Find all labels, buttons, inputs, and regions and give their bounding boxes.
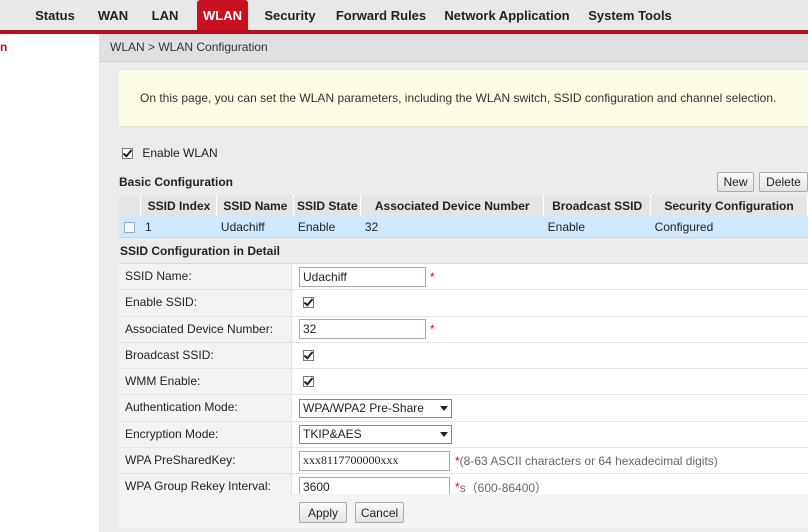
wmm-enable-row: WMM Enable: [119, 369, 808, 396]
row-select-cell [119, 216, 141, 238]
cell-ssid-index: 1 [140, 216, 217, 238]
nav-tab-lan[interactable]: LAN [142, 0, 188, 30]
wpa-presharedkey-label: WPA PreSharedKey: [119, 448, 292, 474]
column-header-broadcast-ssid: Broadcast SSID [543, 195, 652, 216]
nav-tab-status[interactable]: Status [25, 0, 85, 30]
broadcast-ssid-row: Broadcast SSID: [119, 342, 808, 370]
delete-button[interactable]: Delete [759, 172, 808, 192]
column-header-ssid-name: SSID Name [216, 195, 295, 216]
column-header-ssid-state: SSID State [293, 195, 362, 216]
associated-device-number-row: Associated Device Number: * [119, 316, 808, 343]
column-header-associated-device-number: Associated Device Number [360, 195, 545, 216]
top-navigation: Status WAN LAN WLAN Security Forward Rul… [0, 0, 808, 34]
authentication-mode-select[interactable]: WPA/WPA2 Pre-Share [299, 398, 452, 418]
ssid-detail-form: SSID Configuration in Detail SSID Name: … [119, 242, 808, 501]
chevron-down-icon [440, 431, 448, 437]
broadcast-ssid-checkbox[interactable] [303, 350, 314, 362]
breadcrumb: WLAN > WLAN Configuration [99, 34, 808, 62]
authentication-mode-row: Authentication Mode: WPA/WPA2 Pre-Share [119, 395, 808, 422]
chevron-down-icon [440, 405, 448, 411]
sidebar-item-wlan-configuration[interactable]: n [0, 40, 7, 54]
cell-broadcast-ssid: Enable [543, 216, 651, 238]
nav-tab-network-application[interactable]: Network Application [442, 0, 572, 30]
select-column-header [119, 195, 142, 216]
enable-wlan-row: Enable WLAN [122, 146, 218, 160]
column-header-security-configuration: Security Configuration [650, 195, 808, 216]
page-description: On this page, you can set the WLAN param… [119, 69, 808, 127]
cell-security-configuration: Configured [650, 216, 808, 238]
ssid-name-row: SSID Name: * [119, 264, 808, 291]
cell-ssid-state: Enable [293, 216, 361, 238]
table-row[interactable]: 1 Udachiff Enable 32 Enable Configured [119, 216, 808, 238]
cell-ssid-name: Udachiff [216, 216, 294, 238]
encryption-mode-value: TKIP&AES [303, 426, 362, 441]
wpa-presharedkey-hint: (8-63 ASCII characters or 64 hexadecimal… [459, 453, 718, 468]
associated-device-number-label: Associated Device Number: [119, 316, 292, 342]
basic-configuration-title: Basic Configuration [119, 175, 234, 189]
nav-tab-system-tools[interactable]: System Tools [584, 0, 676, 30]
required-mark: * [430, 322, 435, 337]
enable-ssid-checkbox[interactable] [303, 297, 314, 309]
required-mark: * [430, 269, 435, 284]
enable-ssid-label: Enable SSID: [119, 290, 292, 316]
authentication-mode-value: WPA/WPA2 Pre-Share [303, 400, 424, 415]
associated-device-number-input[interactable] [299, 319, 426, 340]
encryption-mode-label: Encryption Mode: [119, 421, 292, 448]
wmm-enable-label: WMM Enable: [119, 369, 292, 395]
row-select-checkbox[interactable] [124, 221, 136, 233]
wpa-group-rekey-interval-hint: s（600-86400） [459, 480, 548, 495]
ssid-detail-title: SSID Configuration in Detail [119, 242, 808, 264]
cancel-button[interactable]: Cancel [355, 502, 404, 523]
main-content: WLAN > WLAN Configuration On this page, … [99, 34, 808, 532]
broadcast-ssid-label: Broadcast SSID: [119, 342, 292, 369]
sidebar: n [0, 34, 99, 532]
wpa-presharedkey-row: WPA PreSharedKey: *(8-63 ASCII character… [119, 448, 808, 475]
nav-tab-security[interactable]: Security [258, 0, 322, 30]
enable-ssid-row: Enable SSID: [119, 290, 808, 317]
wpa-presharedkey-input[interactable] [299, 450, 450, 471]
enable-wlan-checkbox[interactable] [122, 148, 133, 160]
enable-wlan-label: Enable WLAN [142, 146, 218, 160]
form-actions: Apply Cancel [119, 494, 808, 528]
nav-tab-wlan[interactable]: WLAN [197, 0, 248, 30]
new-button[interactable]: New [717, 172, 754, 192]
nav-tab-forward-rules[interactable]: Forward Rules [330, 0, 432, 30]
table-header-row: SSID Index SSID Name SSID State Associat… [119, 195, 808, 216]
wmm-enable-checkbox[interactable] [303, 376, 314, 388]
encryption-mode-select[interactable]: TKIP&AES [299, 424, 452, 444]
ssid-table: SSID Index SSID Name SSID State Associat… [119, 195, 808, 238]
apply-button[interactable]: Apply [299, 502, 347, 523]
ssid-name-label: SSID Name: [119, 264, 292, 290]
ssid-name-input[interactable] [299, 266, 426, 287]
authentication-mode-label: Authentication Mode: [119, 395, 292, 421]
cell-associated-device-number: 32 [360, 216, 544, 238]
nav-tab-wan[interactable]: WAN [89, 0, 137, 30]
column-header-ssid-index: SSID Index [140, 195, 218, 216]
encryption-mode-row: Encryption Mode: TKIP&AES [119, 421, 808, 449]
